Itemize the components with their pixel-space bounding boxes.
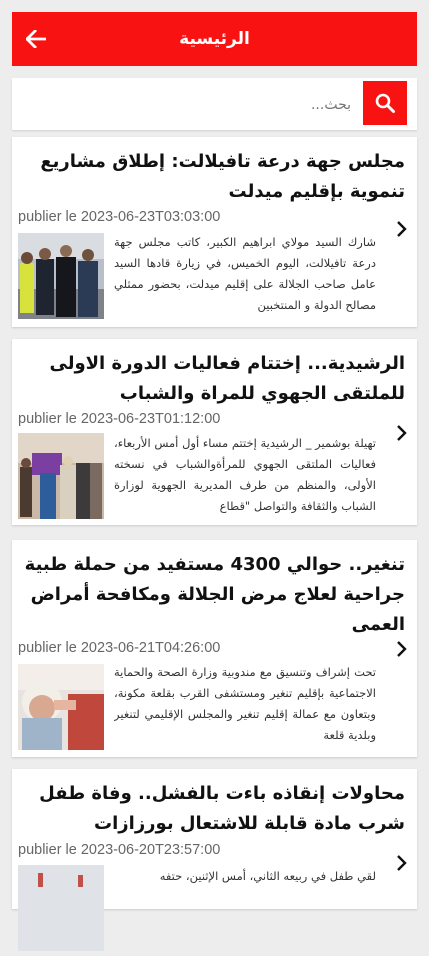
chevron-right-icon[interactable] [395,219,409,239]
article-date: publier le 2023-06-21T04:26:00 [18,640,221,656]
article-card[interactable]: مجلس جهة درعة تافيلالت: إطلاق مشاريع تنم… [12,137,417,327]
article-title[interactable]: مجلس جهة درعة تافيلالت: إطلاق مشاريع تنم… [22,147,405,207]
article-title[interactable]: تنغير.. حوالي 4300 مستفيد من حملة طبية ج… [22,550,405,640]
article-card[interactable]: محاولات إنقاذه باءت بالفشل.. وفاة طفل شر… [12,769,417,951]
article-excerpt: شارك السيد مولاي ابراهيم الكبير، كاتب مج… [114,235,376,312]
article-thumbnail[interactable] [18,865,104,951]
search-icon [375,93,395,113]
article-excerpt: لقي طفل في ربيعه الثاني، أمس الإثنين، حت… [159,869,376,883]
article-date: publier le 2023-06-20T23:57:00 [18,842,221,858]
back-arrow-icon[interactable] [22,25,50,53]
article-card[interactable]: الرشيدية... إختتام فعاليات الدورة الاولى… [12,339,417,525]
chevron-right-icon[interactable] [395,423,409,443]
article-card[interactable]: تنغير.. حوالي 4300 مستفيد من حملة طبية ج… [12,540,417,757]
chevron-right-icon[interactable] [395,639,409,659]
search-bar [12,78,417,132]
article-excerpt: تهيلة بوشمير _ الرشيدية إختتم مساء أول أ… [114,436,376,513]
article-thumbnail[interactable] [18,233,104,319]
article-thumbnail[interactable] [18,664,104,750]
article-title[interactable]: محاولات إنقاذه باءت بالفشل.. وفاة طفل شر… [22,779,405,839]
search-button[interactable] [363,81,407,125]
article-date: publier le 2023-06-23T01:12:00 [18,411,221,427]
article-thumbnail[interactable] [18,433,104,519]
chevron-right-icon[interactable] [395,853,409,873]
article-date: publier le 2023-06-23T03:03:00 [18,209,221,225]
app-bar: الرئيسية [12,12,417,66]
article-title[interactable]: الرشيدية... إختتام فعاليات الدورة الاولى… [22,349,405,409]
search-input[interactable] [49,78,353,132]
page-title: الرئيسية [179,29,250,49]
article-excerpt: تحت إشراف وتنسيق مع مندوبية وزارة الصحة … [114,665,376,742]
